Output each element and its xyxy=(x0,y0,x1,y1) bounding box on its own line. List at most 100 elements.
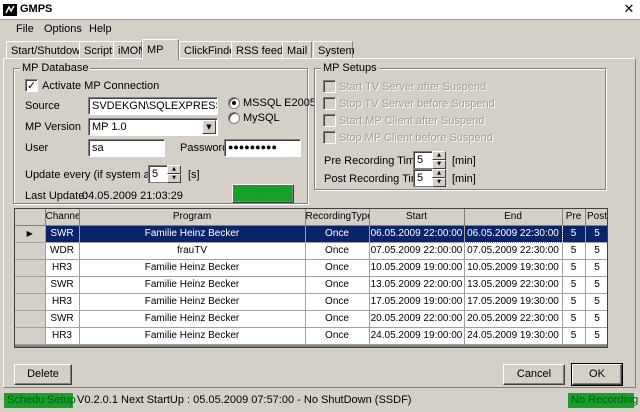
cell-pre[interactable]: 5 xyxy=(562,259,586,277)
cell-end[interactable]: 20.05.2009 22:30:00 xyxy=(464,310,563,328)
cell-recordingtype[interactable]: Once xyxy=(305,293,370,311)
radio-mssql[interactable] xyxy=(228,97,240,109)
cell-start[interactable]: 06.05.2009 22:00:00 xyxy=(369,225,465,243)
cell-start[interactable]: 07.05.2009 22:00:00 xyxy=(369,242,465,260)
activate-mp-checkbox[interactable]: ✓ xyxy=(25,79,38,92)
cell-recordingtype[interactable]: Once xyxy=(305,259,370,277)
post-recording-value[interactable]: 5 xyxy=(413,169,432,187)
cancel-button[interactable]: Cancel xyxy=(503,364,565,385)
spin-up-icon[interactable]: ▲ xyxy=(432,169,446,178)
cell-post[interactable]: 5 xyxy=(585,293,607,311)
row-header[interactable] xyxy=(15,327,46,345)
pre-recording-value[interactable]: 5 xyxy=(413,151,432,169)
row-header[interactable] xyxy=(15,293,46,311)
tab-scripts[interactable]: Scripts xyxy=(79,41,118,59)
delete-button[interactable]: Delete xyxy=(14,364,72,385)
table-row[interactable]: HR3 Familie Heinz Becker Once 24.05.2009… xyxy=(15,327,607,345)
tab-imon[interactable]: iMON xyxy=(113,41,146,59)
pre-recording-spinner[interactable]: 5 ▲ ▼ xyxy=(413,151,447,169)
cell-post[interactable]: 5 xyxy=(585,242,607,260)
start-tv-server-checkbox[interactable] xyxy=(323,80,336,93)
cell-end[interactable]: 10.05.2009 19:30:00 xyxy=(464,259,563,277)
column-header-pre[interactable]: Pre xyxy=(562,209,586,226)
cell-recordingtype[interactable]: Once xyxy=(305,276,370,294)
spin-down-icon[interactable]: ▼ xyxy=(432,178,446,187)
row-header[interactable] xyxy=(15,242,46,260)
source-input[interactable]: SVDEKGN\SQLEXPRESS xyxy=(88,97,218,115)
table-row[interactable]: HR3 Familie Heinz Becker Once 17.05.2009… xyxy=(15,293,607,311)
cell-pre[interactable]: 5 xyxy=(562,293,586,311)
cell-start[interactable]: 17.05.2009 19:00:00 xyxy=(369,293,465,311)
spin-down-icon[interactable]: ▼ xyxy=(432,160,446,169)
cell-program[interactable]: frauTV xyxy=(79,242,306,260)
cell-end[interactable]: 06.05.2009 22:30:00 xyxy=(463,224,563,243)
cell-start[interactable]: 24.05.2009 19:00:00 xyxy=(369,327,465,345)
cell-post[interactable]: 5 xyxy=(585,327,607,345)
cell-program[interactable]: Familie Heinz Becker xyxy=(79,310,306,328)
cell-pre[interactable]: 5 xyxy=(562,310,586,328)
row-pointer-icon[interactable]: ▶ xyxy=(15,225,46,243)
cell-post[interactable]: 5 xyxy=(585,310,607,328)
spin-up-icon[interactable]: ▲ xyxy=(167,165,181,174)
column-header-post[interactable]: Post xyxy=(585,209,607,226)
cell-program[interactable]: Familie Heinz Becker xyxy=(79,276,306,294)
table-row[interactable]: ▶ SWR Familie Heinz Becker Once 06.05.20… xyxy=(15,224,607,243)
radio-mysql[interactable] xyxy=(228,112,240,124)
table-row[interactable]: SWR Familie Heinz Becker Once 13.05.2009… xyxy=(15,276,607,294)
cell-channel[interactable]: WDR xyxy=(45,242,80,260)
cell-channel[interactable]: HR3 xyxy=(45,259,80,277)
spin-up-icon[interactable]: ▲ xyxy=(432,151,446,160)
cell-recordingtype[interactable]: Once xyxy=(305,310,370,328)
close-icon[interactable]: ✕ xyxy=(621,2,637,17)
cell-recordingtype[interactable]: Once xyxy=(305,327,370,345)
row-header[interactable] xyxy=(15,259,46,277)
cell-post[interactable]: 5 xyxy=(585,276,607,294)
row-header[interactable] xyxy=(15,276,46,294)
cell-end[interactable]: 07.05.2009 22:30:00 xyxy=(464,242,563,260)
column-header-program[interactable]: Program xyxy=(79,209,306,226)
cell-pre[interactable]: 5 xyxy=(562,225,586,243)
cell-end[interactable]: 17.05.2009 19:30:00 xyxy=(464,293,563,311)
cell-channel[interactable]: SWR xyxy=(45,225,80,243)
cell-pre[interactable]: 5 xyxy=(562,242,586,260)
column-header-channel[interactable]: Channel xyxy=(45,209,80,226)
mp-version-select[interactable]: MP 1.0 ▼ xyxy=(88,118,218,136)
ok-button[interactable]: OK xyxy=(571,363,623,386)
cell-post[interactable]: 5 xyxy=(585,225,607,243)
cell-start[interactable]: 20.05.2009 22:00:00 xyxy=(369,310,465,328)
stop-mp-client-checkbox[interactable] xyxy=(323,131,336,144)
tab-start-shutdown[interactable]: Start/Shutdown xyxy=(6,41,86,59)
check-button[interactable]: Check xyxy=(232,184,294,203)
cell-recordingtype[interactable]: Once xyxy=(305,225,370,243)
menu-file[interactable]: File xyxy=(16,23,34,35)
cell-program[interactable]: Familie Heinz Becker xyxy=(79,225,306,243)
tab-mp[interactable]: MP xyxy=(142,39,179,60)
column-header-end[interactable]: End xyxy=(464,209,563,226)
menu-help[interactable]: Help xyxy=(89,23,112,35)
update-every-spinner[interactable]: 5 ▲ ▼ xyxy=(148,165,182,183)
cell-start[interactable]: 13.05.2009 22:00:00 xyxy=(369,276,465,294)
cell-channel[interactable]: HR3 xyxy=(45,327,80,345)
tab-clickfinder[interactable]: ClickFinder xyxy=(179,41,239,59)
cell-program[interactable]: Familie Heinz Becker xyxy=(79,259,306,277)
cell-recordingtype[interactable]: Once xyxy=(305,242,370,260)
cell-channel[interactable]: SWR xyxy=(45,276,80,294)
tab-rss-feeds[interactable]: RSS feeds xyxy=(231,41,289,59)
spin-down-icon[interactable]: ▼ xyxy=(167,174,181,183)
column-header-recordingtype[interactable]: RecordingType xyxy=(305,209,370,226)
start-mp-client-checkbox[interactable] xyxy=(323,114,336,127)
update-every-value[interactable]: 5 xyxy=(148,165,167,183)
column-header-start[interactable]: Start xyxy=(369,209,465,226)
recordings-grid[interactable]: Channel Program RecordingType Start End … xyxy=(14,208,608,348)
table-row[interactable]: HR3 Familie Heinz Becker Once 10.05.2009… xyxy=(15,259,607,277)
cell-end[interactable]: 24.05.2009 19:30:00 xyxy=(464,327,563,345)
tab-system[interactable]: System xyxy=(313,41,355,59)
menu-options[interactable]: Options xyxy=(44,23,82,35)
cell-post[interactable]: 5 xyxy=(585,259,607,277)
cell-end[interactable]: 13.05.2009 22:30:00 xyxy=(464,276,563,294)
table-row[interactable]: WDR frauTV Once 07.05.2009 22:00:00 07.0… xyxy=(15,242,607,260)
password-input[interactable]: ●●●●●●●●● xyxy=(224,139,301,157)
user-input[interactable]: sa xyxy=(88,139,165,157)
cell-pre[interactable]: 5 xyxy=(562,327,586,345)
cell-program[interactable]: Familie Heinz Becker xyxy=(79,293,306,311)
